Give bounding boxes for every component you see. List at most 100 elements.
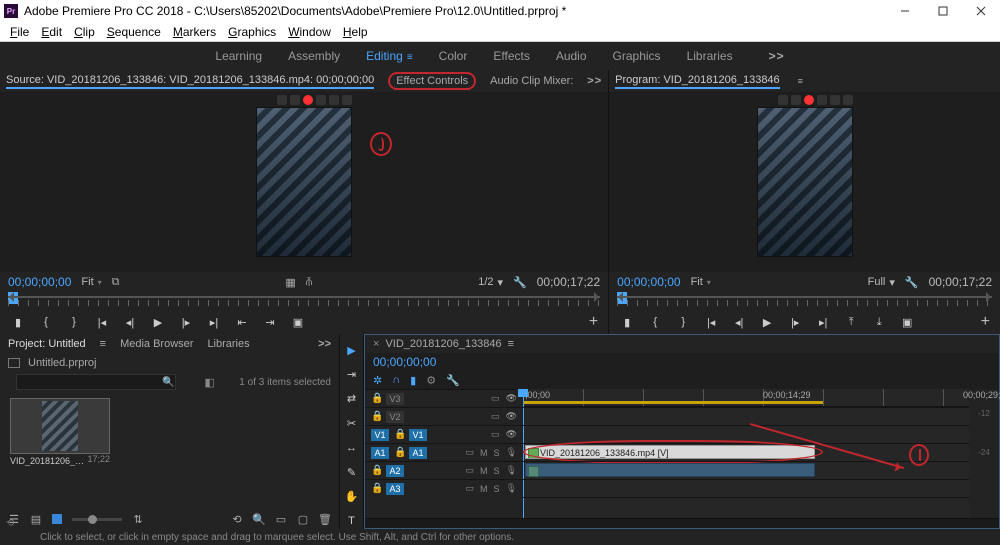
window-maximize-button[interactable] <box>924 0 962 22</box>
source-overwrite-button[interactable]: ⇥ <box>262 314 278 330</box>
program-in-button[interactable]: { <box>647 314 663 330</box>
tl-wrench-icon[interactable]: 🔧 <box>446 374 460 387</box>
ws-graphics[interactable]: Graphics <box>613 49 661 63</box>
source-marker-button[interactable]: ▮ <box>10 314 26 330</box>
track-a1-solo[interactable]: S <box>494 448 500 458</box>
source-resolution-dropdown[interactable]: 1/2▾ <box>478 276 503 289</box>
source-insert-button[interactable]: ⇤ <box>234 314 250 330</box>
project-tabs-overflow[interactable]: >> <box>318 338 331 350</box>
tool-slip[interactable]: ↔ <box>343 440 361 456</box>
footer-sort-icon[interactable]: ⇅ <box>132 513 144 525</box>
tab-program[interactable]: Program: VID_20181206_133846 <box>615 74 780 89</box>
mic-icon[interactable]: 🎙 <box>506 483 517 494</box>
source-export-frame-button[interactable]: ▣ <box>290 314 306 330</box>
lock-icon[interactable]: 🔒 <box>394 429 404 440</box>
program-in-timecode[interactable]: 00;00;00;00 <box>617 275 680 289</box>
footer-new-bin-icon[interactable]: ▭ <box>275 513 287 525</box>
tl-snap-icon[interactable]: ✲ <box>373 374 382 387</box>
track-a2[interactable]: A2 <box>386 465 404 477</box>
program-resolution-dropdown[interactable]: Full▾ <box>868 276 895 289</box>
lock-icon[interactable]: 🔒 <box>371 465 381 476</box>
track-v2[interactable]: V2 <box>386 411 404 423</box>
overlay-btn5-icon[interactable] <box>329 95 339 105</box>
tl-settings-icon[interactable]: ⚙ <box>426 374 436 387</box>
source-drag-video-icon[interactable]: ▦ <box>285 276 295 289</box>
source-tabs-overflow[interactable]: >> <box>587 75 602 87</box>
source-goto-in-button[interactable]: |◂ <box>94 314 110 330</box>
menu-edit[interactable]: Edit <box>35 25 68 39</box>
tool-pen[interactable]: ✎ <box>343 464 361 480</box>
menu-markers[interactable]: Markers <box>167 25 222 39</box>
menu-help[interactable]: Help <box>337 25 374 39</box>
menu-clip[interactable]: Clip <box>68 25 101 39</box>
program-lift-button[interactable]: ⤒ <box>843 314 859 330</box>
window-minimize-button[interactable] <box>886 0 924 22</box>
tool-razor[interactable]: ✂ <box>343 415 361 431</box>
track-a1-output[interactable]: ▭ <box>466 447 475 458</box>
tab-audio-clip-mixer[interactable]: Audio Clip Mixer: <box>490 75 573 87</box>
prog-overlay-btn4-icon[interactable] <box>817 95 827 105</box>
prog-overlay-btn6-icon[interactable] <box>843 95 853 105</box>
source-out-button[interactable]: } <box>66 314 82 330</box>
track-lane-a2[interactable] <box>523 479 969 497</box>
timeline-scrollbar[interactable] <box>365 518 999 528</box>
ws-libraries[interactable]: Libraries <box>687 49 733 63</box>
lock-icon[interactable]: 🔒 <box>394 447 404 458</box>
track-a2-solo[interactable]: S <box>494 466 500 476</box>
program-goto-out-button[interactable]: ▸| <box>815 314 831 330</box>
ws-editing[interactable]: Editing <box>366 49 403 63</box>
timeline-clip-audio[interactable] <box>525 463 815 477</box>
source-goto-out-button[interactable]: ▸| <box>206 314 222 330</box>
source-drag-audio-icon[interactable]: ⫚ <box>306 276 313 289</box>
ws-editing-menu-icon[interactable]: ≡ <box>407 52 413 63</box>
source-in-button[interactable]: { <box>38 314 54 330</box>
footer-icon-view-icon[interactable]: ▤ <box>30 513 42 525</box>
source-settings-icon[interactable]: 🔧 <box>513 276 527 289</box>
project-item[interactable]: VID_20181206_133846 17;22 <box>10 398 110 466</box>
tab-effect-controls[interactable]: Effect Controls <box>388 72 476 90</box>
timeline-clip-video[interactable]: VID_20181206_133846.mp4 [V] <box>525 445 815 459</box>
prog-overlay-btn2-icon[interactable] <box>791 95 801 105</box>
project-search-input[interactable] <box>16 374 176 390</box>
menu-sequence[interactable]: Sequence <box>101 25 167 39</box>
tab-source[interactable]: Source: VID_20181206_133846: VID_2018120… <box>6 74 374 89</box>
track-lane-a3[interactable] <box>523 497 969 515</box>
program-goto-in-button[interactable]: |◂ <box>703 314 719 330</box>
footer-automate-icon[interactable]: ⟲ <box>231 513 243 525</box>
track-lane-v1[interactable]: VID_20181206_133846.mp4 [V] <box>523 443 969 461</box>
menu-file[interactable]: File <box>4 25 35 39</box>
window-close-button[interactable] <box>962 0 1000 22</box>
lock-icon[interactable]: 🔒 <box>371 411 381 422</box>
source-ganging-icon[interactable]: ⧉ <box>112 276 120 289</box>
ws-effects[interactable]: Effects <box>493 49 529 63</box>
track-a2-mute[interactable]: M <box>480 466 488 476</box>
footer-delete-icon[interactable]: 🗑 <box>319 513 331 525</box>
eye-icon[interactable]: 👁 <box>506 393 517 404</box>
prog-overlay-record-icon[interactable] <box>804 95 814 105</box>
track-a3-output[interactable]: ▭ <box>466 483 475 494</box>
tl-linked-sel-icon[interactable]: ∩ <box>392 374 400 386</box>
timeline-work-area[interactable] <box>523 401 823 404</box>
program-video-preview[interactable] <box>757 107 853 257</box>
footer-new-item-icon[interactable]: ▢ <box>297 513 309 525</box>
overlay-record-icon[interactable] <box>303 95 313 105</box>
track-v1-output[interactable]: ▭ <box>491 429 500 440</box>
track-a3[interactable]: A3 <box>386 483 404 495</box>
program-export-frame-button[interactable]: ▣ <box>899 314 915 330</box>
ws-learning[interactable]: Learning <box>215 49 262 63</box>
overlay-safemargin-icon[interactable] <box>277 95 287 105</box>
ws-color[interactable]: Color <box>439 49 468 63</box>
track-a1[interactable]: A1 <box>409 447 427 459</box>
track-a1-mute[interactable]: M <box>480 448 488 458</box>
src-a1[interactable]: A1 <box>371 447 389 459</box>
overlay-btn2-icon[interactable] <box>290 95 300 105</box>
menu-window[interactable]: Window <box>282 25 337 39</box>
tool-selection[interactable]: ▶ <box>343 342 361 358</box>
timeline-tab[interactable]: VID_20181206_133846 <box>385 338 501 350</box>
eye-icon[interactable]: 👁 <box>506 411 517 422</box>
project-filter-icon[interactable]: ◧ <box>204 376 214 389</box>
source-zoom-dropdown[interactable]: Fit▾ <box>81 276 101 288</box>
source-in-timecode[interactable]: 00;00;00;00 <box>8 275 71 289</box>
program-step-back-button[interactable]: ◂| <box>731 314 747 330</box>
program-scrubber[interactable] <box>617 296 992 298</box>
